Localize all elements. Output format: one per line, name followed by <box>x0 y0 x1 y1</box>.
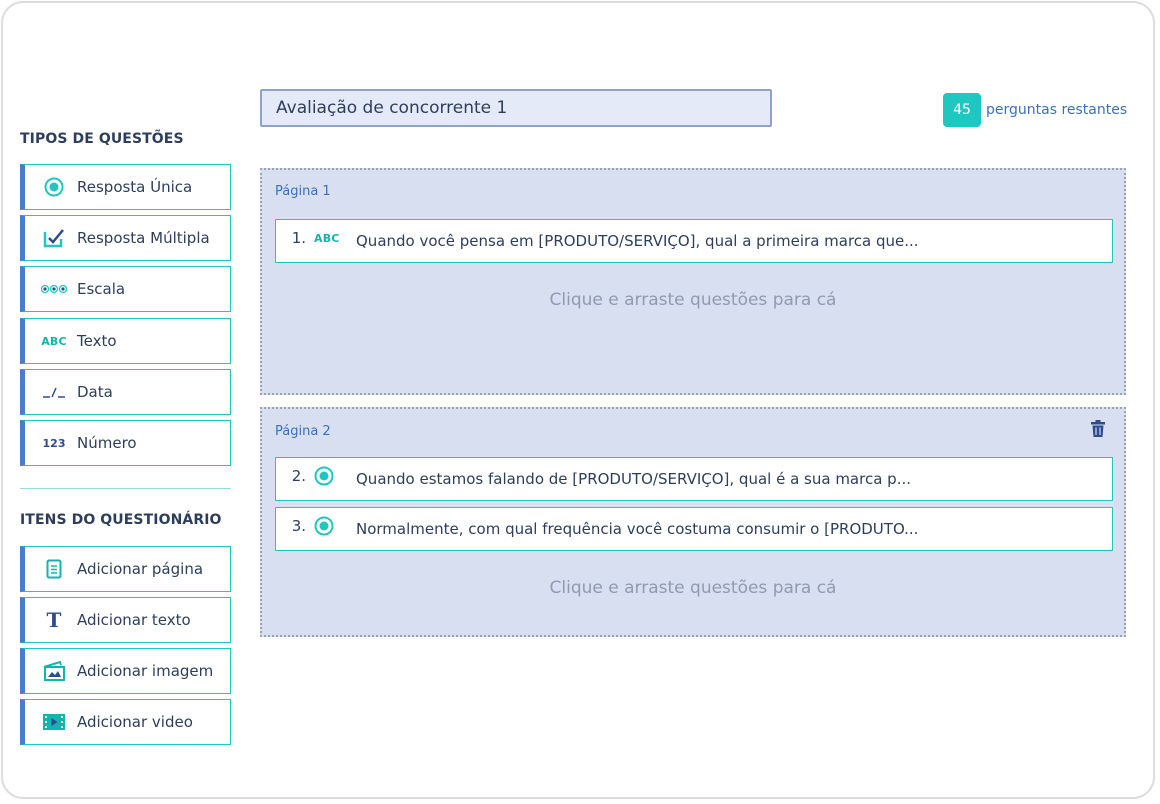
number-123-icon: 123 <box>42 436 66 450</box>
tool-label: Adicionar video <box>77 713 193 731</box>
question-number: 1. <box>291 229 306 247</box>
tool-label: Adicionar imagem <box>77 662 214 680</box>
page-label: Página 1 <box>275 184 331 199</box>
survey-title-input[interactable] <box>260 89 772 127</box>
scale-dots-icon <box>41 284 67 294</box>
tool-label: Texto <box>77 332 117 350</box>
drop-zone[interactable]: Clique e arraste questões para cá <box>262 290 1124 310</box>
tool-multiple-answer[interactable]: Resposta Múltipla <box>20 215 231 261</box>
tool-label: Adicionar texto <box>77 611 191 629</box>
question-text: Quando estamos falando de [PRODUTO/SERVI… <box>356 470 911 488</box>
remaining-count-badge: 45 <box>943 93 981 127</box>
remaining-questions: 45 perguntas restantes <box>943 93 1127 127</box>
radio-icon <box>314 466 346 486</box>
tool-label: Resposta Múltipla <box>77 229 210 247</box>
question-item[interactable]: 3. Normalmente, com qual frequência você… <box>275 507 1113 551</box>
tool-text[interactable]: ABC Texto <box>20 318 231 364</box>
add-video-button[interactable]: Adicionar video <box>20 699 231 745</box>
date-icon <box>41 385 67 399</box>
tool-label: Escala <box>77 280 126 298</box>
drop-zone[interactable]: Clique e arraste questões para cá <box>262 578 1124 598</box>
question-item[interactable]: 2. Quando estamos falando de [PRODUTO/SE… <box>275 457 1113 501</box>
tool-label: Número <box>77 434 137 452</box>
remaining-label: perguntas restantes <box>986 102 1128 118</box>
text-abc-icon: ABC <box>314 231 340 245</box>
page-label: Página 2 <box>275 424 331 439</box>
add-image-button[interactable]: Adicionar imagem <box>20 648 231 694</box>
image-icon <box>41 661 67 681</box>
text-t-icon: T <box>46 608 62 632</box>
questionnaire-items-title: ITENS DO QUESTIONÁRIO <box>20 512 222 528</box>
tool-label: Adicionar página <box>77 560 204 578</box>
question-item[interactable]: 1. ABC Quando você pensa em [PRODUTO/SER… <box>275 219 1113 263</box>
tool-label: Data <box>77 383 113 401</box>
tool-single-answer[interactable]: Resposta Única <box>20 164 231 210</box>
trash-icon[interactable] <box>1090 420 1106 442</box>
tool-scale[interactable]: Escala <box>20 266 231 312</box>
tool-label: Resposta Única <box>77 178 193 196</box>
video-icon <box>41 713 67 731</box>
question-number: 3. <box>291 517 306 535</box>
tool-number[interactable]: 123 Número <box>20 420 231 466</box>
survey-page-2[interactable]: Página 2 2. Quando estamos falando de [P… <box>260 407 1126 637</box>
page-icon <box>41 559 67 579</box>
add-text-button[interactable]: T Adicionar texto <box>20 597 231 643</box>
radio-icon <box>41 177 67 197</box>
checkbox-icon <box>41 228 67 248</box>
survey-page-1[interactable]: Página 1 1. ABC Quando você pensa em [PR… <box>260 168 1126 395</box>
text-abc-icon: ABC <box>41 334 67 348</box>
question-text: Quando você pensa em [PRODUTO/SERVIÇO], … <box>356 232 919 250</box>
question-types-title: TIPOS DE QUESTÕES <box>20 131 184 147</box>
question-text: Normalmente, com qual frequência você co… <box>356 520 919 538</box>
tool-date[interactable]: Data <box>20 369 231 415</box>
radio-icon <box>314 516 346 536</box>
add-page-button[interactable]: Adicionar página <box>20 546 231 592</box>
question-number: 2. <box>291 467 306 485</box>
sidebar-divider <box>20 488 231 489</box>
